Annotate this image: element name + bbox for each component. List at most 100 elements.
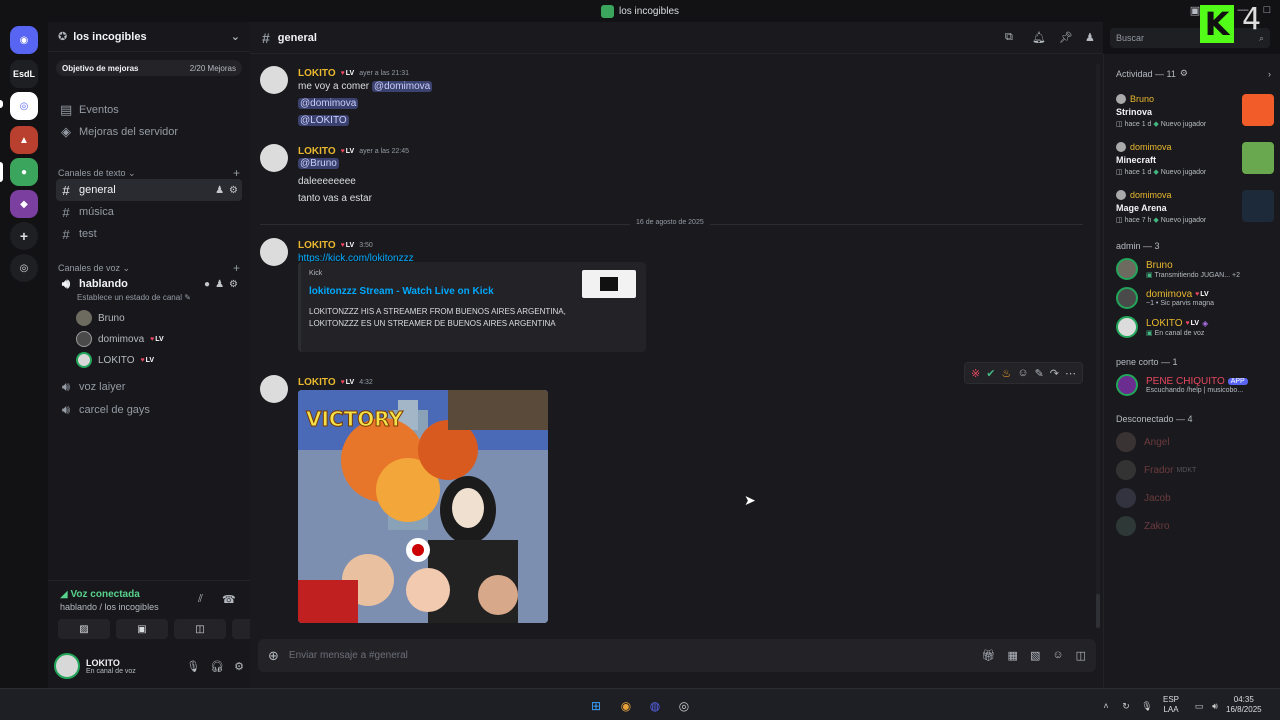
- message-composer[interactable]: ⊕ Enviar mensaje a #general 🎁︎ ▦ ▧ ☺ ◫: [258, 639, 1096, 672]
- voice-channel-hablando[interactable]: 🔊︎ hablando ● ♟ ⚙: [56, 273, 242, 295]
- user-panel[interactable]: LOKITO En canal de voz 🎙︎ 🎧︎ ⚙: [54, 649, 244, 683]
- embed-thumbnail[interactable]: [582, 270, 636, 298]
- voice-status-prompt[interactable]: Establece un estado de canal ✎: [77, 293, 191, 302]
- member-item[interactable]: Jacob: [1116, 485, 1278, 511]
- server-3[interactable]: ▲: [10, 126, 38, 154]
- search-input[interactable]: Buscar: [1116, 33, 1144, 43]
- bell-icon[interactable]: 🔔︎: [1032, 31, 1046, 44]
- mention[interactable]: @Bruno: [298, 158, 339, 169]
- voice-channel-carcel[interactable]: 🔊︎ carcel de gays: [56, 399, 242, 421]
- pin-icon[interactable]: 📌︎: [1059, 31, 1073, 44]
- voice-user[interactable]: Bruno: [76, 308, 125, 328]
- refresh-icon[interactable]: ↻: [1117, 697, 1135, 715]
- server-los-incogibles[interactable]: ●: [10, 158, 38, 186]
- mention[interactable]: @LOKITO: [298, 115, 349, 126]
- avatar[interactable]: [260, 238, 288, 266]
- discord-icon[interactable]: ◍: [646, 697, 664, 715]
- member-item[interactable]: Bruno ▣ Transmitiendo JUGAN... +2: [1116, 256, 1278, 282]
- sticker-icon[interactable]: ▧: [1030, 649, 1040, 662]
- text-category[interactable]: Canales de texto ⌄ +: [58, 166, 240, 180]
- member-item[interactable]: PENE CHIQUITO APP Escuchando /help | music…: [1116, 372, 1278, 398]
- mention[interactable]: @domimova: [371, 81, 433, 92]
- volume-icon[interactable]: 🔊︎: [1206, 697, 1224, 715]
- emoji-icon[interactable]: ☺: [1052, 649, 1063, 662]
- author-name[interactable]: LOKITO: [298, 146, 336, 157]
- voice-location[interactable]: hablando / los incogibles: [60, 602, 159, 612]
- gear-icon[interactable]: ⚙: [229, 279, 238, 290]
- server-header[interactable]: ✪ los incogibles ⌄: [48, 22, 250, 52]
- fire-reaction-icon[interactable]: ♨: [1001, 367, 1011, 380]
- discord-home-icon[interactable]: ◉: [10, 26, 38, 54]
- reaction-icon[interactable]: ※: [971, 367, 980, 380]
- member-item[interactable]: Zakro: [1116, 513, 1278, 539]
- channel-general[interactable]: # general ♟ ⚙: [56, 179, 242, 201]
- chat-icon[interactable]: ●: [204, 279, 210, 290]
- avatar[interactable]: [260, 375, 288, 403]
- activity-header[interactable]: Actividad — 11 ⚙ ›: [1116, 68, 1271, 79]
- scrollbar-track[interactable]: [1096, 64, 1100, 629]
- message-input[interactable]: Enviar mensaje a #general: [289, 650, 972, 661]
- member-item[interactable]: Angel: [1116, 429, 1278, 455]
- more-icon[interactable]: ⋯: [1065, 367, 1076, 380]
- add-server-icon[interactable]: +: [10, 222, 38, 250]
- noise-suppression-icon[interactable]: ⫽: [198, 593, 203, 606]
- members-icon[interactable]: ♟: [1085, 31, 1095, 44]
- avatar[interactable]: [260, 144, 288, 172]
- clock[interactable]: 04:35 16/8/2025: [1226, 695, 1262, 715]
- member-item[interactable]: domimova ♥ LV ~1 • Sic parvis magna: [1116, 285, 1278, 311]
- activity-card[interactable]: domimova Minecraft ◫ hace 1 d ◆ Nuevo ju…: [1116, 142, 1274, 186]
- activity-button[interactable]: ◫: [174, 619, 226, 639]
- scrollbar-thumb[interactable]: [1096, 594, 1100, 628]
- avatar[interactable]: [260, 66, 288, 94]
- gear-icon[interactable]: ⚙: [234, 660, 244, 673]
- gamepad-icon: ◫: [195, 623, 205, 635]
- boost-goal[interactable]: Objetivo de mejoras 2/20 Mejoras: [56, 60, 242, 76]
- embed-title[interactable]: lokitonzzz Stream - Watch Live on Kick: [309, 286, 494, 297]
- gif-icon[interactable]: ▦: [1008, 649, 1018, 662]
- gear-icon[interactable]: ⚙: [229, 185, 238, 196]
- discover-icon[interactable]: ◎: [10, 254, 38, 282]
- member-item[interactable]: Frador MDKT: [1116, 457, 1278, 483]
- threads-icon[interactable]: ⧉: [1005, 31, 1013, 44]
- apps-icon[interactable]: ◫: [1076, 649, 1086, 662]
- camera-button[interactable]: ▨: [58, 619, 110, 639]
- add-attachment-icon[interactable]: ⊕: [268, 648, 279, 664]
- server-esdl[interactable]: EsdL: [10, 60, 38, 88]
- gift-icon[interactable]: 🎁︎: [982, 649, 996, 662]
- author-name[interactable]: LOKITO: [298, 240, 336, 251]
- member-item[interactable]: LOKITO ♥ LV ◈ ▣ En canal de voz: [1116, 314, 1278, 340]
- nav-server-boosts[interactable]: ◈ Mejoras del servidor: [56, 121, 242, 143]
- edit-icon[interactable]: ✎: [1035, 367, 1044, 380]
- channel-test[interactable]: # test: [56, 223, 242, 245]
- voice-user[interactable]: domimova ♥ LV: [76, 329, 164, 349]
- activity-card[interactable]: Bruno Strinova ◫ hace 1 d ◆ Nuevo jugado…: [1116, 94, 1274, 138]
- add-reaction-icon[interactable]: ☺: [1017, 367, 1028, 379]
- channel-musica[interactable]: # música: [56, 201, 242, 223]
- invite-icon[interactable]: ♟: [215, 185, 224, 196]
- author-name[interactable]: LOKITO: [298, 377, 336, 388]
- tray-chevron-icon[interactable]: ˄: [1097, 697, 1115, 715]
- chrome-icon[interactable]: ◉: [617, 697, 635, 715]
- headphones-icon[interactable]: 🎧︎: [210, 660, 224, 673]
- app-icon[interactable]: ◎: [675, 697, 693, 715]
- activity-card[interactable]: domimova Mage Arena ◫ hace 7 h ◆ Nuevo j…: [1116, 190, 1274, 234]
- disconnect-icon[interactable]: ☎: [222, 593, 236, 606]
- maximize-icon[interactable]: □: [1260, 3, 1274, 17]
- voice-user[interactable]: LOKITO ♥ LV: [76, 350, 154, 370]
- forward-icon[interactable]: ↷: [1050, 367, 1059, 380]
- image-attachment[interactable]: VICTORY: [298, 390, 548, 623]
- author-name[interactable]: LOKITO: [298, 68, 336, 79]
- server-2[interactable]: ◎: [10, 92, 38, 120]
- invite-icon[interactable]: ♟: [215, 279, 224, 290]
- screenshare-button[interactable]: ▣: [116, 619, 168, 639]
- add-channel-icon[interactable]: +: [233, 166, 240, 180]
- check-reaction-icon[interactable]: ✔: [986, 367, 995, 380]
- nav-events[interactable]: ▤ Eventos: [56, 99, 242, 121]
- microphone-icon[interactable]: 🎙︎: [186, 660, 200, 673]
- server-5[interactable]: ◆: [10, 190, 38, 218]
- voice-channel-laiyer[interactable]: 🔊︎ voz laiyer: [56, 376, 242, 398]
- language-indicator[interactable]: ESP LAA: [1163, 695, 1179, 715]
- mention[interactable]: @domimova: [298, 98, 359, 109]
- microphone-icon[interactable]: 🎙︎: [1138, 697, 1156, 715]
- windows-start-icon[interactable]: ⊞: [587, 697, 605, 715]
